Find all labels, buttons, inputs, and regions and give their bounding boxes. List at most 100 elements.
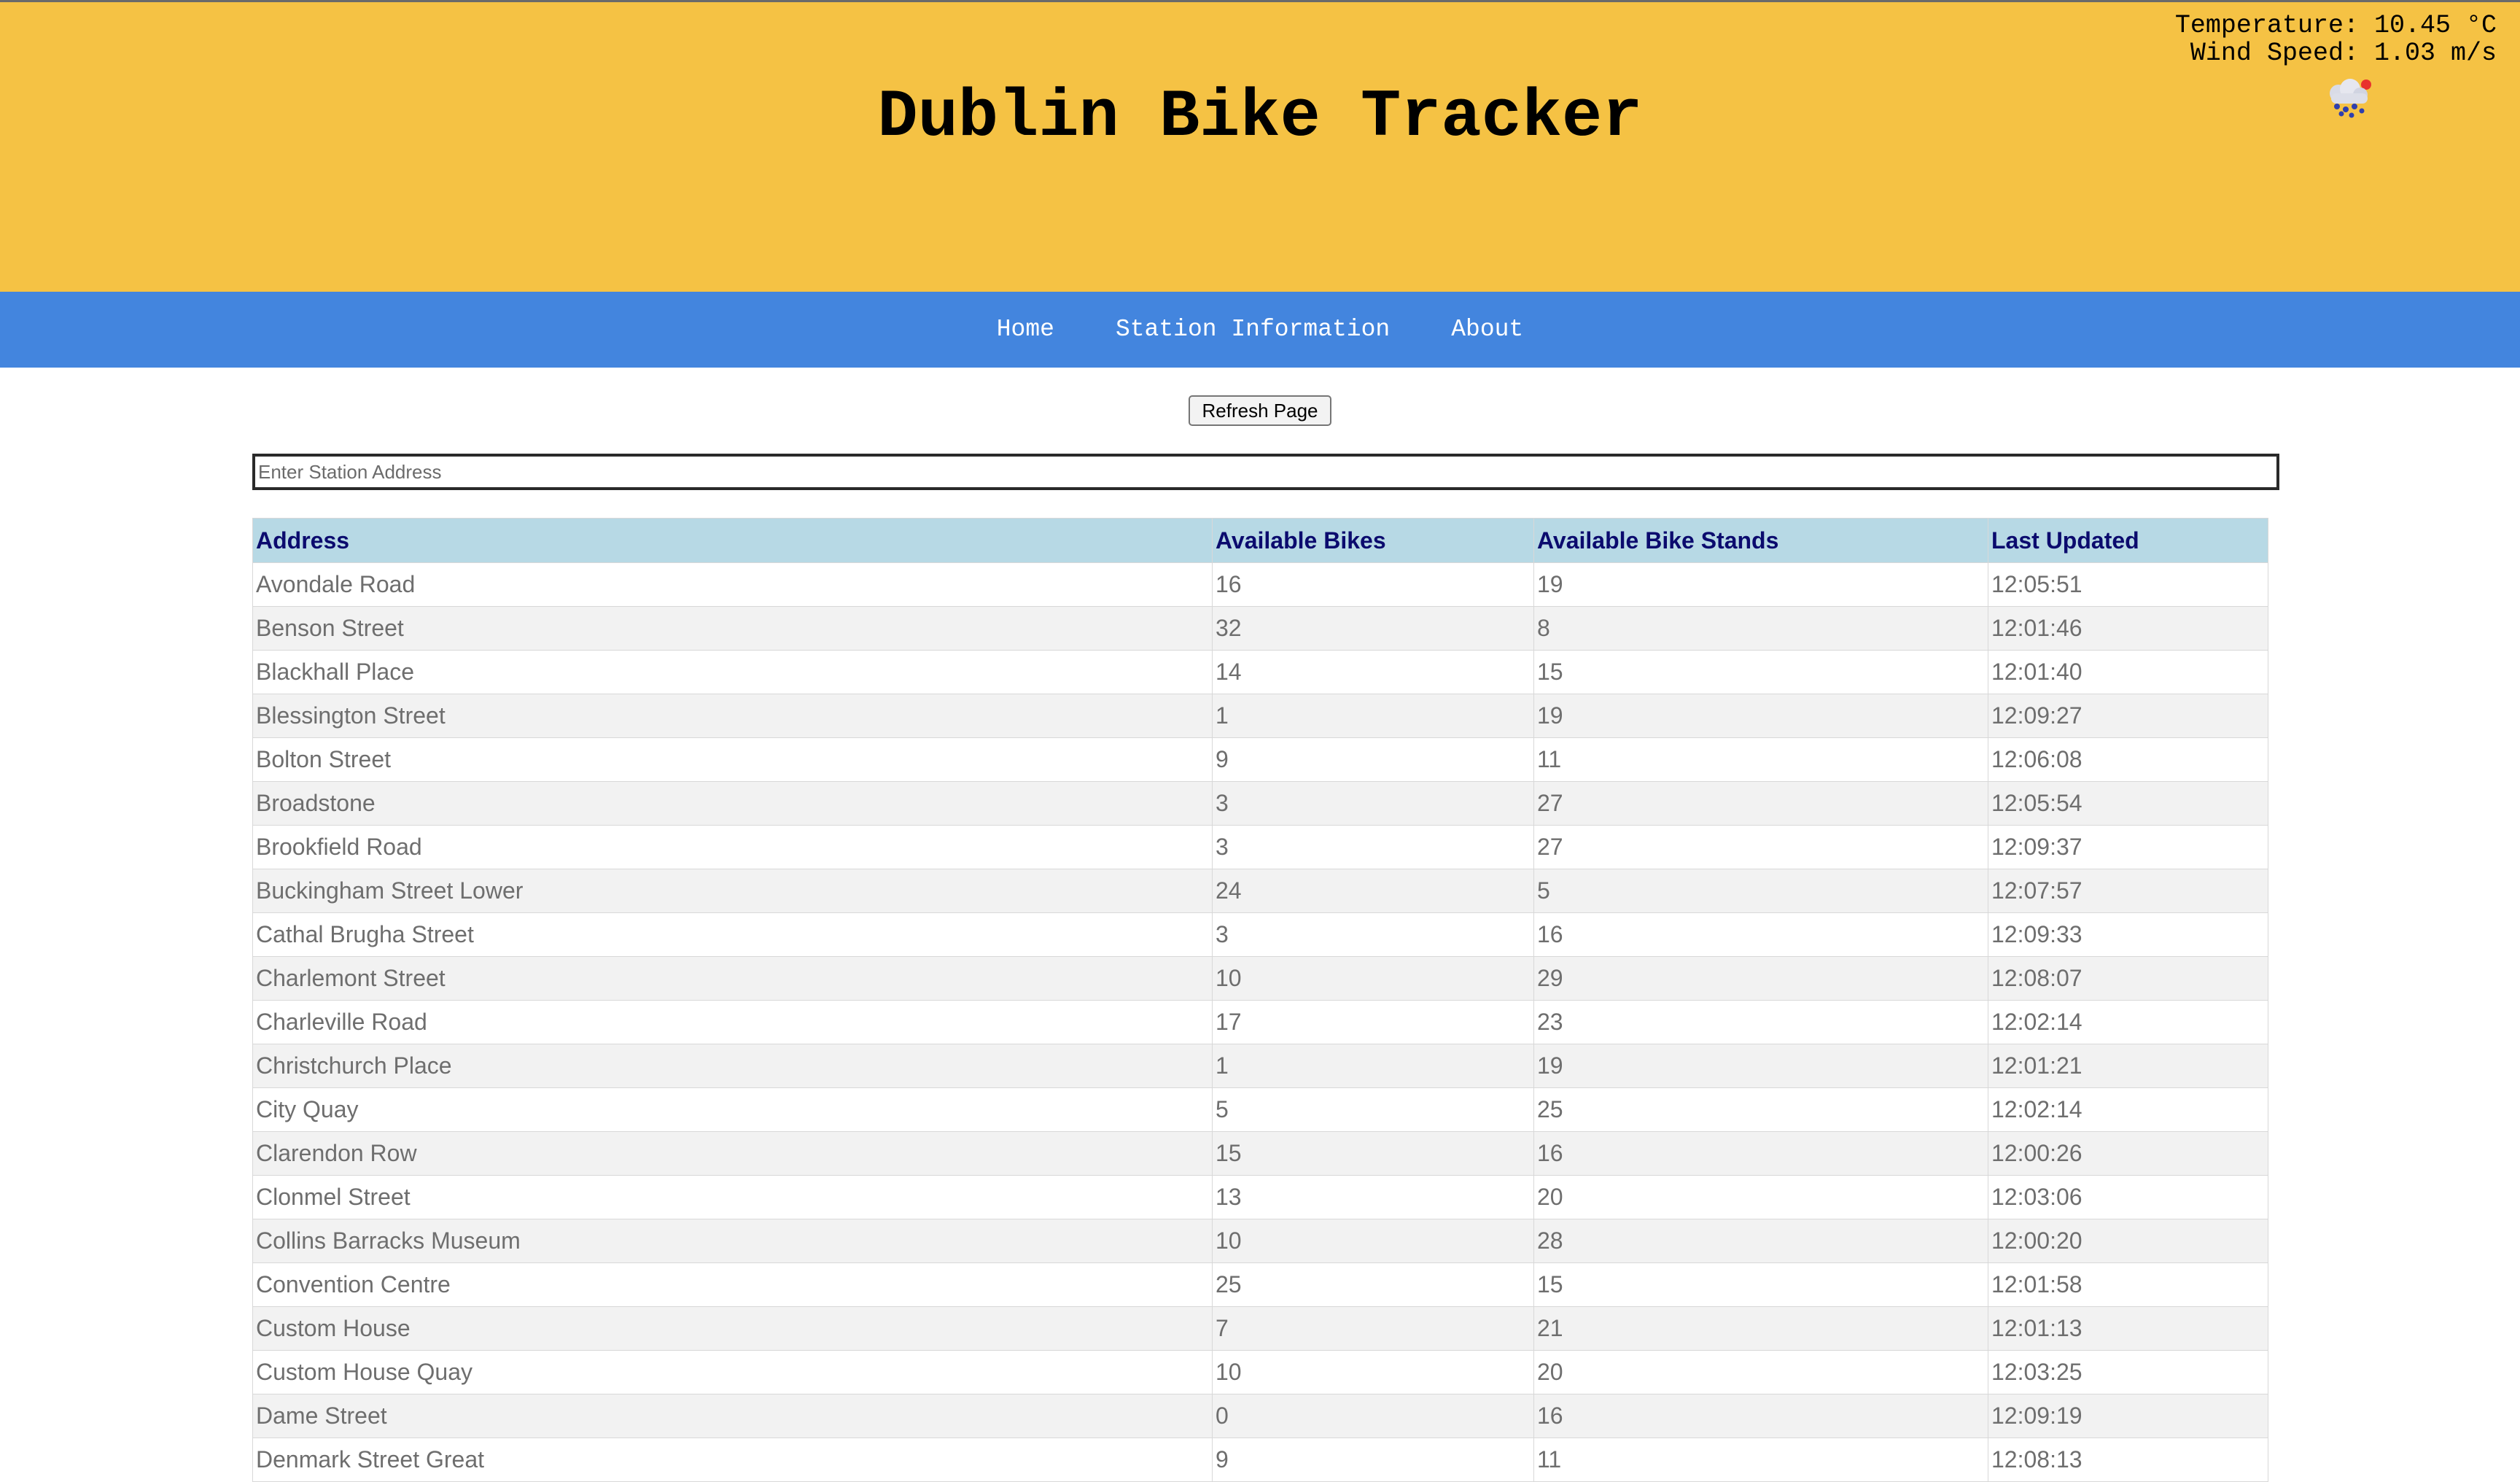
cell-available-bikes: 32	[1212, 606, 1534, 651]
cell-address: Custom House	[252, 1306, 1213, 1351]
table-row: Benson Street 32 8 12:01:46	[252, 606, 2268, 651]
cell-address: Christchurch Place	[252, 1044, 1213, 1088]
cell-available-bikes: 1	[1212, 1044, 1534, 1088]
cell-address: Avondale Road	[252, 562, 1213, 607]
cell-last-updated: 12:01:13	[1988, 1306, 2268, 1351]
cell-last-updated: 12:03:25	[1988, 1350, 2268, 1394]
column-header-last-updated[interactable]: Last Updated	[1988, 518, 2268, 563]
cell-address: Clonmel Street	[252, 1175, 1213, 1219]
nav-about[interactable]: About	[1420, 292, 1554, 368]
wind-speed-readout: Wind Speed: 1.03 m/s	[2190, 39, 2497, 68]
table-row: Brookfield Road 3 27 12:09:37	[252, 825, 2268, 869]
cell-last-updated: 12:02:14	[1988, 1087, 2268, 1132]
cell-available-bikes: 9	[1212, 1438, 1534, 1482]
cell-available-bikes: 10	[1212, 1350, 1534, 1394]
nav-station-information[interactable]: Station Information	[1085, 292, 1420, 368]
cell-last-updated: 12:09:27	[1988, 694, 2268, 738]
table-row: Dame Street 0 16 12:09:19	[252, 1394, 2268, 1438]
site-title: Dublin Bike Tracker	[877, 79, 1643, 155]
cell-available-bike-stands: 23	[1533, 1000, 1988, 1044]
nav-home[interactable]: Home	[966, 292, 1085, 368]
column-header-address[interactable]: Address	[252, 518, 1213, 563]
table-row: Convention Centre 25 15 12:01:58	[252, 1262, 2268, 1307]
cell-address: Dame Street	[252, 1394, 1213, 1438]
cell-available-bike-stands: 20	[1533, 1350, 1988, 1394]
column-header-available-bikes[interactable]: Available Bikes	[1212, 518, 1534, 563]
cell-available-bike-stands: 11	[1533, 1438, 1988, 1482]
cell-available-bike-stands: 16	[1533, 912, 1988, 957]
cell-last-updated: 12:08:13	[1988, 1438, 2268, 1482]
cell-available-bikes: 14	[1212, 650, 1534, 694]
table-row: Charleville Road 17 23 12:02:14	[252, 1000, 2268, 1044]
cell-last-updated: 12:00:26	[1988, 1131, 2268, 1176]
refresh-page-button[interactable]: Refresh Page	[1189, 395, 1331, 426]
cell-address: Charlemont Street	[252, 956, 1213, 1001]
table-row: City Quay 5 25 12:02:14	[252, 1087, 2268, 1132]
cell-last-updated: 12:02:14	[1988, 1000, 2268, 1044]
table-row: Blackhall Place 14 15 12:01:40	[252, 650, 2268, 694]
cell-available-bike-stands: 5	[1533, 869, 1988, 913]
cell-address: Clarendon Row	[252, 1131, 1213, 1176]
temperature-readout: Temperature: 10.45 °C	[2174, 11, 2497, 40]
cell-last-updated: 12:01:21	[1988, 1044, 2268, 1088]
cell-last-updated: 12:09:37	[1988, 825, 2268, 869]
cell-last-updated: 12:01:40	[1988, 650, 2268, 694]
cell-available-bike-stands: 28	[1533, 1219, 1988, 1263]
cell-address: Charleville Road	[252, 1000, 1213, 1044]
cell-available-bikes: 1	[1212, 694, 1534, 738]
cell-address: Convention Centre	[252, 1262, 1213, 1307]
column-header-available-bike-stands[interactable]: Available Bike Stands	[1533, 518, 1988, 563]
cell-address: Denmark Street Great	[252, 1438, 1213, 1482]
table-row: Christchurch Place 1 19 12:01:21	[252, 1044, 2268, 1088]
weather-widget: Temperature: 10.45 °C Wind Speed: 1.03 m…	[2175, 12, 2497, 67]
cell-available-bike-stands: 19	[1533, 562, 1988, 607]
cell-available-bikes: 17	[1212, 1000, 1534, 1044]
cell-available-bike-stands: 25	[1533, 1087, 1988, 1132]
table-row: Buckingham Street Lower 24 5 12:07:57	[252, 869, 2268, 913]
cell-last-updated: 12:08:07	[1988, 956, 2268, 1001]
cell-address: Blackhall Place	[252, 650, 1213, 694]
table-row: Avondale Road 16 19 12:05:51	[252, 562, 2268, 607]
table-row: Custom House 7 21 12:01:13	[252, 1306, 2268, 1351]
cell-available-bikes: 24	[1212, 869, 1534, 913]
cell-available-bikes: 13	[1212, 1175, 1534, 1219]
cell-last-updated: 12:05:54	[1988, 781, 2268, 826]
station-search-input[interactable]	[252, 454, 2279, 490]
cell-available-bike-stands: 29	[1533, 956, 1988, 1001]
cell-address: Benson Street	[252, 606, 1213, 651]
cell-available-bikes: 3	[1212, 912, 1534, 957]
cell-available-bike-stands: 15	[1533, 1262, 1988, 1307]
cell-available-bikes: 5	[1212, 1087, 1534, 1132]
table-row: Clarendon Row 15 16 12:00:26	[252, 1131, 2268, 1176]
cell-address: Blessington Street	[252, 694, 1213, 738]
cell-available-bikes: 3	[1212, 781, 1534, 826]
cell-available-bike-stands: 16	[1533, 1131, 1988, 1176]
cell-available-bike-stands: 8	[1533, 606, 1988, 651]
table-row: Cathal Brugha Street 3 16 12:09:33	[252, 912, 2268, 957]
table-row: Charlemont Street 10 29 12:08:07	[252, 956, 2268, 1001]
cell-available-bike-stands: 19	[1533, 1044, 1988, 1088]
cell-last-updated: 12:01:58	[1988, 1262, 2268, 1307]
cell-address: Bolton Street	[252, 737, 1213, 782]
table-row: Custom House Quay 10 20 12:03:25	[252, 1350, 2268, 1394]
cell-address: Broadstone	[252, 781, 1213, 826]
cell-available-bikes: 9	[1212, 737, 1534, 782]
table-row: Collins Barracks Museum 10 28 12:00:20	[252, 1219, 2268, 1263]
cell-address: Custom House Quay	[252, 1350, 1213, 1394]
cell-available-bike-stands: 21	[1533, 1306, 1988, 1351]
cell-address: Cathal Brugha Street	[252, 912, 1213, 957]
table-header-row: Address Available Bikes Available Bike S…	[252, 518, 2268, 563]
cell-available-bike-stands: 16	[1533, 1394, 1988, 1438]
table-row: Broadstone 3 27 12:05:54	[252, 781, 2268, 826]
cell-last-updated: 12:07:57	[1988, 869, 2268, 913]
cell-last-updated: 12:09:33	[1988, 912, 2268, 957]
table-body: Avondale Road 16 19 12:05:51 Benson Street 32…	[252, 562, 2268, 1482]
cell-available-bikes: 10	[1212, 956, 1534, 1001]
table-row: Denmark Street Great 9 11 12:08:13	[252, 1438, 2268, 1482]
table-row: Bolton Street 9 11 12:06:08	[252, 737, 2268, 782]
cell-address: City Quay	[252, 1087, 1213, 1132]
cell-last-updated: 12:06:08	[1988, 737, 2268, 782]
cell-available-bikes: 3	[1212, 825, 1534, 869]
table-row: Clonmel Street 13 20 12:03:06	[252, 1175, 2268, 1219]
cell-address: Buckingham Street Lower	[252, 869, 1213, 913]
